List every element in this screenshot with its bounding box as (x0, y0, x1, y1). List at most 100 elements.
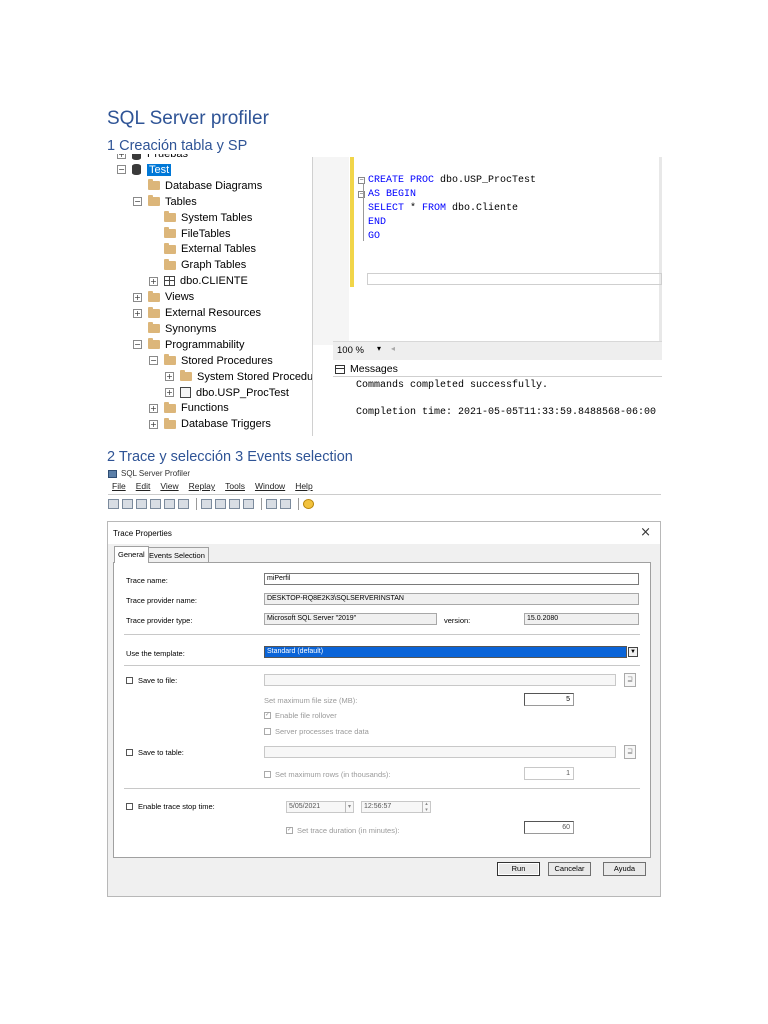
collapse-icon[interactable]: − (117, 165, 126, 175)
zoom-level[interactable]: 100 % (337, 345, 364, 356)
code-line-2[interactable]: AS BEGIN (368, 189, 416, 200)
zoom-dropdown-icon[interactable]: ▾ (377, 344, 381, 353)
tree-node[interactable]: − Test (117, 162, 172, 178)
trace-duration-checkbox[interactable]: ✓ (286, 827, 293, 834)
save-icon[interactable] (136, 499, 147, 509)
tree-node[interactable]: System Tables (149, 210, 252, 226)
tree-node[interactable]: + Pruebas (117, 154, 188, 162)
menu-item-window[interactable]: Window (255, 481, 285, 491)
menu-item-help[interactable]: Help (295, 481, 312, 491)
trace-name-input[interactable]: miPerfil (264, 573, 639, 585)
collapse-icon[interactable]: − (133, 340, 142, 350)
expand-icon[interactable]: + (117, 154, 126, 159)
tree-node-label: System Stored Procedures (197, 370, 312, 383)
tree-node[interactable]: − Tables (133, 194, 197, 210)
menu-item-view[interactable]: View (160, 481, 178, 491)
open-icon[interactable] (122, 499, 133, 509)
tab-general[interactable]: General (114, 546, 149, 563)
query-editor: − − CREATE PROC dbo.USP_ProcTest AS BEGI… (312, 157, 662, 436)
messages-tab-label: Messages (350, 363, 398, 375)
stop-time-checkbox[interactable] (126, 803, 133, 810)
tree-node[interactable]: − Programmability (133, 337, 244, 353)
new-trace-icon[interactable] (108, 499, 119, 509)
expand-icon[interactable]: + (165, 388, 174, 397)
expand-icon[interactable]: + (149, 276, 158, 286)
start-icon[interactable] (201, 499, 212, 509)
tree-node[interactable]: External Tables (149, 241, 256, 257)
stop-icon[interactable] (229, 499, 240, 509)
tree-node[interactable]: Synonyms (133, 321, 216, 337)
monitor-icon[interactable] (280, 499, 291, 509)
expand-icon[interactable]: + (149, 419, 158, 429)
menu-item-edit[interactable]: Edit (136, 481, 151, 491)
tree-node[interactable]: + External Resources (133, 305, 261, 321)
keyword: SELECT (368, 203, 405, 214)
save-to-table-checkbox[interactable] (126, 749, 133, 756)
menu-item-file[interactable]: File (112, 481, 126, 491)
tree-node[interactable]: + Functions (149, 400, 229, 416)
max-rows-input[interactable]: 1 (524, 767, 574, 780)
file-rollover-checkbox[interactable]: ✓ (264, 712, 271, 719)
cancel-button[interactable]: Cancelar (548, 862, 591, 876)
tree-node-label: Database Diagrams (165, 179, 263, 192)
tree-node[interactable]: + Database Triggers (149, 416, 271, 432)
collapse-icon[interactable]: − (133, 197, 142, 207)
tree-node-label: Functions (181, 402, 229, 415)
database-tuning-icon[interactable] (266, 499, 277, 509)
trace-name-label: Trace name: (126, 576, 168, 585)
chevron-down-icon[interactable]: ▼ (628, 647, 638, 657)
tree-node[interactable]: + Views (133, 289, 194, 305)
tree-node[interactable]: Graph Tables (149, 257, 246, 273)
tab-messages[interactable]: Messages (335, 361, 398, 377)
horizontal-scrollbar[interactable] (367, 273, 662, 285)
tree-node[interactable]: Database Diagrams (133, 178, 262, 194)
find-icon[interactable] (164, 499, 175, 509)
save-file-path-input[interactable] (264, 674, 616, 686)
run-button[interactable]: Run (497, 862, 540, 876)
tree-node[interactable]: − Stored Procedures (149, 353, 273, 369)
pause-icon[interactable] (215, 499, 226, 509)
expand-icon[interactable]: + (133, 292, 142, 302)
keyword: GO (368, 231, 381, 242)
tab-events-selection[interactable]: Events Selection (145, 547, 209, 562)
code-line-4[interactable]: END (368, 217, 386, 228)
expand-icon[interactable]: + (165, 372, 174, 382)
menu-item-tools[interactable]: Tools (225, 481, 245, 491)
replay-icon[interactable] (243, 499, 254, 509)
expand-icon[interactable]: + (149, 403, 158, 413)
close-icon[interactable]: × (640, 525, 651, 540)
tree-node[interactable]: + System Stored Procedures (165, 369, 312, 385)
max-rows-checkbox[interactable] (264, 771, 271, 778)
properties-icon[interactable] (150, 499, 161, 509)
collapse-icon[interactable]: − (149, 356, 158, 366)
tree-node[interactable]: + dbo.CLIENTE (149, 273, 248, 289)
max-file-size-input[interactable]: 5 (524, 693, 574, 706)
help-icon[interactable] (303, 499, 314, 509)
provider-name-label: Trace provider name: (126, 596, 198, 605)
browse-table-icon[interactable]: ⊒ (624, 745, 636, 759)
chevron-down-icon[interactable]: ▾ (345, 801, 353, 813)
clear-icon[interactable] (178, 499, 189, 509)
editor-vertical-scrollbar[interactable] (659, 157, 662, 345)
template-select[interactable]: Standard (default) (264, 646, 627, 658)
stop-time-picker[interactable]: 12:56:57 (361, 801, 431, 813)
save-to-file-checkbox[interactable] (126, 677, 133, 684)
menu-bar: File Edit View Replay Tools Window Help (112, 481, 323, 491)
help-button[interactable]: Ayuda (603, 862, 646, 876)
stop-date-picker[interactable]: 5/05/2021 (286, 801, 354, 813)
tree-node[interactable]: + dbo.USP_ProcTest (165, 385, 289, 401)
trace-duration-input[interactable]: 60 (524, 821, 574, 834)
menu-item-replay[interactable]: Replay (189, 481, 215, 491)
server-processes-checkbox[interactable] (264, 728, 271, 735)
scroll-left-icon[interactable]: ◂ (391, 344, 395, 353)
expand-icon[interactable]: + (133, 308, 142, 318)
code-line-1[interactable]: CREATE PROC dbo.USP_ProcTest (368, 175, 536, 186)
save-table-input[interactable] (264, 746, 616, 758)
toolbar (108, 494, 661, 513)
browse-file-icon[interactable]: ⊒ (624, 673, 636, 687)
database-icon (132, 164, 141, 176)
code-line-3[interactable]: SELECT * FROM dbo.Cliente (368, 203, 518, 214)
tree-node[interactable]: FileTables (149, 226, 231, 242)
code-line-5[interactable]: GO (368, 231, 380, 242)
time-spinner-icon[interactable]: ▴ ▾ (422, 801, 430, 813)
